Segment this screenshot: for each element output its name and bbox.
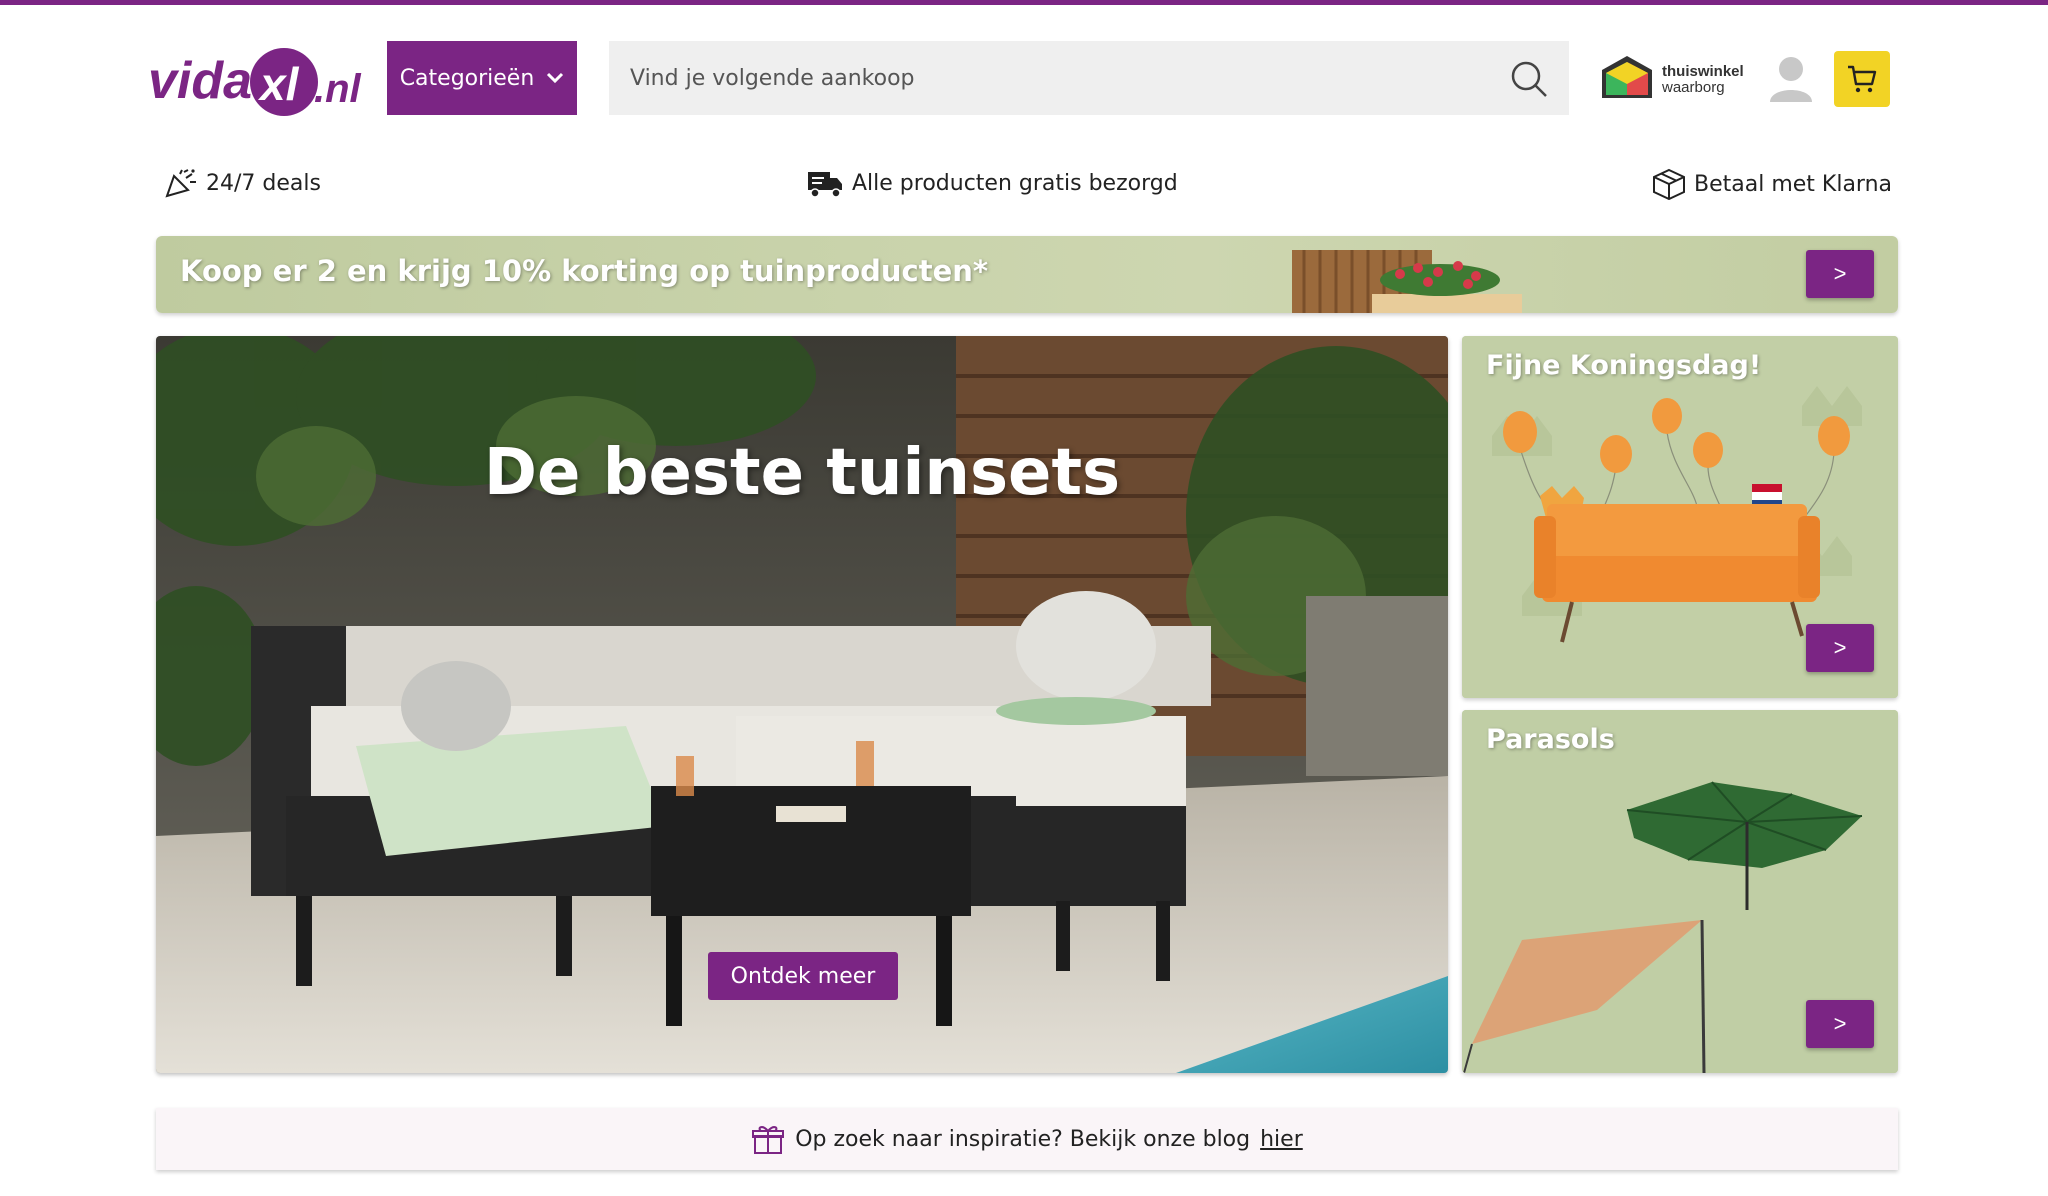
chevron-down-icon [547,72,564,84]
parasols-tile[interactable]: Parasols > [1462,710,1898,1073]
trust-title: thuiswinkel [1662,63,1744,80]
search-icon[interactable] [1509,59,1549,99]
svg-text:.nl: .nl [314,67,362,111]
discover-more-button[interactable]: Ontdek meer [708,952,898,1000]
thuiswinkel-waarborg-badge[interactable]: thuiswinkel waarborg [1600,52,1760,104]
usp-free-delivery[interactable]: Alle producten gratis bezorgd [806,168,1178,198]
usp-deals[interactable]: 24/7 deals [164,168,321,198]
svg-text:vida: vida [148,52,252,110]
hero-banner[interactable]: De beste tuinsets Ontdek meer [156,336,1448,1073]
usp-klarna[interactable]: Betaal met Klarna [1652,168,1892,200]
delivery-truck-icon [808,172,842,198]
usp-label: 24/7 deals [206,170,321,196]
blog-inspiration-bar: Op zoek naar inspiratie? Bekijk onze blo… [156,1108,1898,1170]
parasols-arrow-button[interactable]: > [1806,1000,1874,1048]
blog-link[interactable]: hier [1260,1127,1303,1152]
house-logo-icon [1602,56,1652,98]
trust-subtitle: waarborg [1662,79,1725,96]
promo-text: Koop er 2 en krijg 10% korting op tuinpr… [180,254,989,288]
promo-arrow-button[interactable]: > [1806,250,1874,298]
search-bar [609,41,1569,115]
tile-title: Fijne Koningsdag! [1486,350,1762,381]
kingsday-arrow-button[interactable]: > [1806,624,1874,672]
svg-text:xl: xl [257,58,300,110]
user-account-icon[interactable] [1768,54,1814,102]
cart-button[interactable] [1834,51,1890,107]
search-input[interactable] [628,64,1472,92]
gift-icon [752,1126,785,1154]
package-box-icon [1653,168,1685,200]
usp-label: Alle producten gratis bezorgd [852,170,1178,196]
garden-discount-banner[interactable]: Koop er 2 en krijg 10% korting op tuinpr… [156,236,1898,313]
categories-label: Categorieën [399,65,535,91]
blog-text: Op zoek naar inspiratie? Bekijk onze blo… [795,1126,1251,1152]
party-popper-icon [165,169,196,198]
categories-button[interactable]: Categorieën [387,41,577,115]
hero-title: De beste tuinsets [483,436,1121,510]
usp-label: Betaal met Klarna [1694,171,1893,197]
top-accent-line [0,0,2048,5]
tile-title: Parasols [1486,724,1615,755]
shopping-cart-icon [1848,65,1877,93]
kingsday-tile[interactable]: Fijne Koningsdag! > [1462,336,1898,698]
vidaxl-logo[interactable]: vida xl .nl [146,36,364,122]
garden-fence-illustration [1292,250,1522,313]
